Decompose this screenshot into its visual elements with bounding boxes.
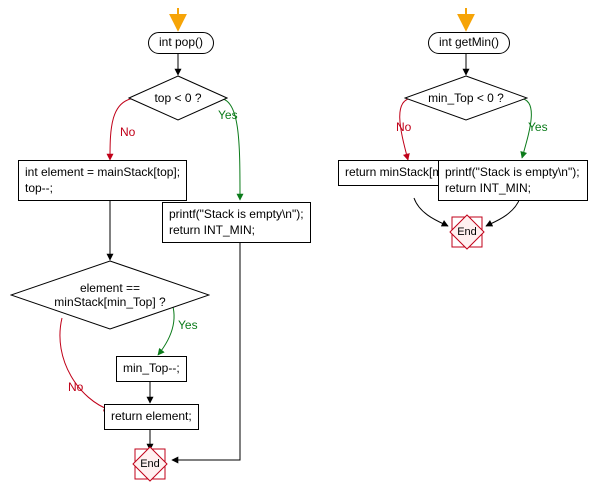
decision-label-line1: element == (80, 281, 140, 295)
decision-min-top-lt-0: min_Top < 0 ? (404, 75, 528, 121)
text-line: return element; (111, 409, 192, 423)
process-elem: int element = mainStack[top]; top--; (18, 160, 187, 201)
end-label: End (457, 226, 477, 238)
process-return-element: return element; (104, 404, 199, 430)
start-label: int getMin() (439, 35, 499, 49)
terminal-getmin-start: int getMin() (428, 32, 510, 54)
edge-label-no: No (396, 120, 411, 134)
decision-top-lt-0: top < 0 ? (128, 75, 228, 121)
edge-label-no: No (68, 380, 83, 394)
text-line: printf("Stack is empty\n"); (169, 207, 304, 221)
end-label: End (140, 458, 160, 470)
edge-label-yes: Yes (178, 318, 198, 332)
process-min-top-dec: min_Top--; (116, 356, 187, 382)
text-line: int element = mainStack[top]; (25, 165, 180, 179)
decision-label-line2: minStack[min_Top] ? (54, 295, 165, 309)
flowchart-canvas: int pop() top < 0 ? Yes No int element =… (0, 0, 592, 502)
process-empty-pop: printf("Stack is empty\n"); return INT_M… (162, 202, 311, 243)
end-getmin: End (447, 212, 487, 252)
process-empty-getmin: printf("Stack is empty\n"); return INT_M… (438, 160, 588, 201)
text-line: return INT_MIN; (169, 223, 255, 237)
text-line: return INT_MIN; (445, 181, 531, 195)
edge-label-yes: Yes (528, 120, 548, 134)
start-label: int pop() (159, 35, 203, 49)
text-line: printf("Stack is empty\n"); (445, 165, 580, 179)
text-line: top--; (25, 181, 53, 195)
text-line: min_Top--; (123, 361, 180, 375)
edge-label-no: No (120, 125, 135, 139)
decision-label: min_Top < 0 ? (428, 91, 504, 105)
decision-label: top < 0 ? (154, 91, 201, 105)
end-pop: End (130, 444, 170, 484)
edge-label-yes: Yes (218, 108, 238, 122)
terminal-pop-start: int pop() (148, 32, 214, 54)
